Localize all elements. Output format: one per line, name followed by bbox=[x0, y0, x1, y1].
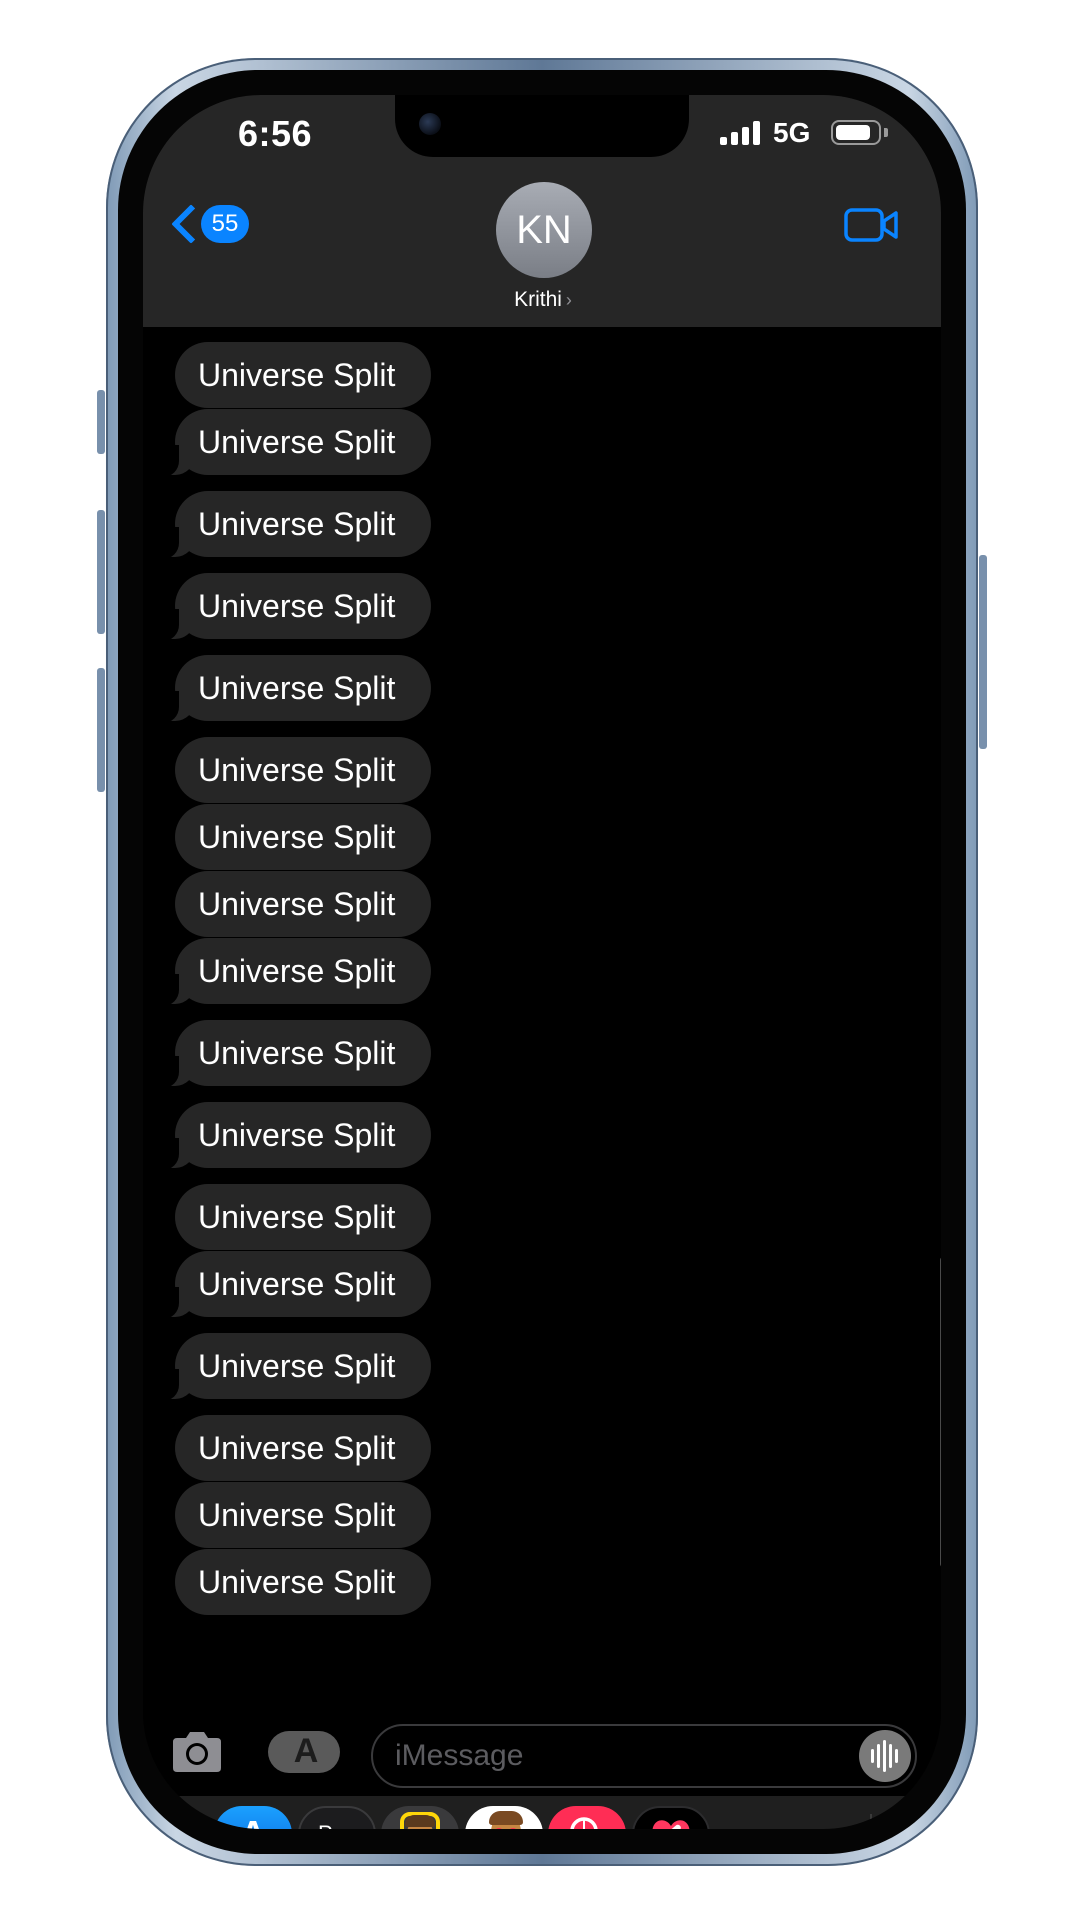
mute-switch bbox=[97, 390, 105, 454]
message-bubble[interactable]: Universe Split bbox=[155, 491, 431, 559]
image-search-app-icon[interactable] bbox=[548, 1806, 626, 1829]
message-list[interactable]: Universe Split Universe Split Universe Spl… bbox=[143, 327, 941, 1712]
heart-icon bbox=[652, 1820, 690, 1829]
message-bubble[interactable]: Universe Split bbox=[155, 1251, 431, 1319]
search-globe-icon bbox=[570, 1817, 598, 1829]
battery-level bbox=[836, 125, 870, 140]
photos-flower-icon bbox=[148, 1814, 188, 1829]
message-bubble[interactable]: Universe Split bbox=[155, 655, 431, 723]
audio-message-button[interactable] bbox=[859, 1730, 911, 1782]
app-store-icon: A bbox=[293, 1732, 319, 1770]
digital-touch-app-icon[interactable] bbox=[632, 1806, 710, 1829]
message-bubble[interactable]: Universe Split bbox=[175, 871, 431, 937]
facetime-video-button[interactable] bbox=[843, 205, 899, 245]
message-bubble[interactable]: Universe Split bbox=[175, 1184, 431, 1250]
message-bubble[interactable]: Universe Split bbox=[175, 804, 431, 870]
volume-down-button bbox=[97, 668, 105, 792]
message-bubble[interactable]: Universe Split bbox=[155, 573, 431, 641]
memoji-stickers-app-icon[interactable] bbox=[465, 1806, 543, 1829]
contact-name: Krithi bbox=[514, 288, 562, 311]
message-bubble[interactable]: Universe Split bbox=[155, 1333, 431, 1401]
message-input-placeholder: iMessage bbox=[395, 1739, 524, 1772]
camera-icon bbox=[173, 1732, 221, 1772]
message-bubble[interactable]: Universe Split bbox=[155, 1102, 431, 1170]
message-bubble[interactable]: Universe Split bbox=[155, 1020, 431, 1088]
nike-run-club-app-icon[interactable]: NRC bbox=[883, 1806, 941, 1829]
video-camera-icon bbox=[844, 208, 898, 242]
battery-icon bbox=[831, 120, 881, 145]
photos-app-icon[interactable] bbox=[143, 1806, 207, 1829]
apple-pay-app-icon[interactable]: Pay bbox=[298, 1806, 376, 1829]
message-bubble[interactable]: Universe Split bbox=[175, 1549, 431, 1615]
app-drawer: A Pay bbox=[143, 1796, 941, 1829]
chevron-right-icon: › bbox=[565, 290, 572, 310]
back-button[interactable]: 55 bbox=[171, 202, 249, 252]
power-button bbox=[979, 555, 987, 749]
app-drawer-divider bbox=[870, 1814, 872, 1829]
memoji-app-icon[interactable] bbox=[381, 1806, 459, 1829]
volume-up-button bbox=[97, 510, 105, 634]
message-bubble[interactable]: Universe Split bbox=[175, 1415, 431, 1481]
message-bubble[interactable]: Universe Split bbox=[175, 1482, 431, 1548]
apple-pay-label: Pay bbox=[300, 1808, 374, 1829]
message-bubble[interactable]: Universe Split bbox=[175, 737, 431, 803]
battery-cap bbox=[884, 128, 888, 137]
phone-screen: 6:56 5G 55 KN Krithi › Universe Split Uni bbox=[143, 95, 941, 1829]
nike-run-club-label: NRC bbox=[885, 1808, 941, 1829]
message-bubble[interactable]: Universe Split bbox=[175, 342, 431, 408]
notch bbox=[395, 95, 689, 157]
message-input[interactable]: iMessage bbox=[371, 1724, 917, 1788]
contact-name-button[interactable]: Krithi › bbox=[443, 288, 643, 312]
message-bubble[interactable]: Universe Split bbox=[155, 409, 431, 477]
unread-count-badge: 55 bbox=[201, 205, 249, 243]
scroll-indicator[interactable] bbox=[940, 1257, 941, 1567]
contact-avatar[interactable]: KN bbox=[496, 182, 592, 278]
front-camera bbox=[419, 113, 441, 135]
status-time: 6:56 bbox=[238, 113, 313, 154]
camera-button[interactable] bbox=[169, 1730, 225, 1774]
signal-strength-icon bbox=[720, 121, 762, 145]
message-bubble[interactable]: Universe Split bbox=[155, 938, 431, 1006]
network-type: 5G bbox=[773, 117, 811, 148]
app-store-app-icon[interactable]: A bbox=[214, 1806, 292, 1829]
compose-bar: A iMessage bbox=[143, 1712, 941, 1796]
